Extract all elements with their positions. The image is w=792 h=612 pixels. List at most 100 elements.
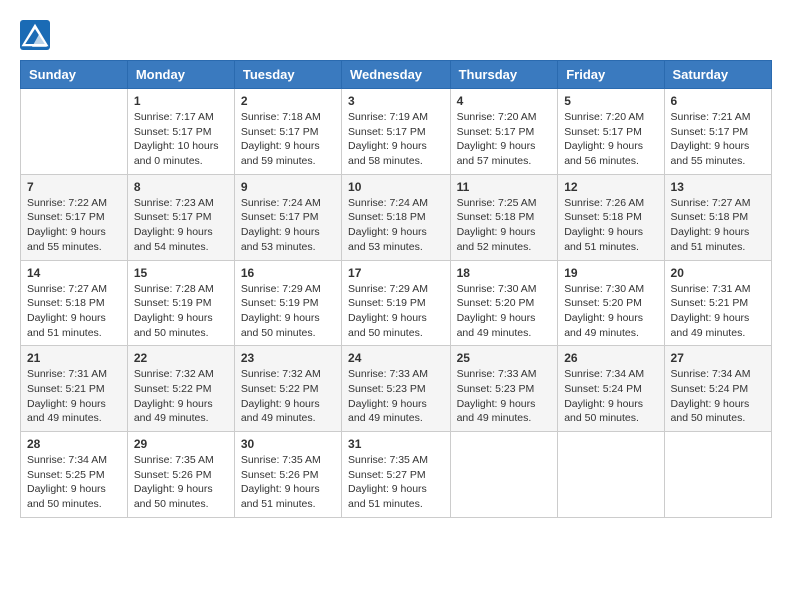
day-number: 11 <box>457 180 552 194</box>
day-number: 24 <box>348 351 444 365</box>
day-info: Sunrise: 7:22 AM Sunset: 5:17 PM Dayligh… <box>27 196 121 255</box>
calendar-cell: 23 Sunrise: 7:32 AM Sunset: 5:22 PM Dayli… <box>234 346 341 432</box>
day-info: Sunrise: 7:31 AM Sunset: 5:21 PM Dayligh… <box>27 367 121 426</box>
day-number: 9 <box>241 180 335 194</box>
day-info: Sunrise: 7:32 AM Sunset: 5:22 PM Dayligh… <box>134 367 228 426</box>
day-number: 29 <box>134 437 228 451</box>
calendar-week-row: 21 Sunrise: 7:31 AM Sunset: 5:21 PM Dayli… <box>21 346 772 432</box>
calendar-cell <box>21 89 128 175</box>
day-info: Sunrise: 7:35 AM Sunset: 5:27 PM Dayligh… <box>348 453 444 512</box>
day-number: 2 <box>241 94 335 108</box>
day-info: Sunrise: 7:33 AM Sunset: 5:23 PM Dayligh… <box>348 367 444 426</box>
calendar-week-row: 7 Sunrise: 7:22 AM Sunset: 5:17 PM Daylig… <box>21 174 772 260</box>
day-number: 16 <box>241 266 335 280</box>
day-number: 18 <box>457 266 552 280</box>
day-number: 10 <box>348 180 444 194</box>
calendar-cell: 6 Sunrise: 7:21 AM Sunset: 5:17 PM Daylig… <box>664 89 771 175</box>
day-number: 26 <box>564 351 657 365</box>
weekday-header: Tuesday <box>234 61 341 89</box>
weekday-header: Wednesday <box>342 61 451 89</box>
calendar-body: 1 Sunrise: 7:17 AM Sunset: 5:17 PM Daylig… <box>21 89 772 518</box>
calendar-cell: 24 Sunrise: 7:33 AM Sunset: 5:23 PM Dayli… <box>342 346 451 432</box>
day-info: Sunrise: 7:35 AM Sunset: 5:26 PM Dayligh… <box>134 453 228 512</box>
day-info: Sunrise: 7:21 AM Sunset: 5:17 PM Dayligh… <box>671 110 765 169</box>
calendar-cell <box>664 432 771 518</box>
weekday-header: Saturday <box>664 61 771 89</box>
day-number: 25 <box>457 351 552 365</box>
day-number: 14 <box>27 266 121 280</box>
calendar-cell <box>558 432 664 518</box>
calendar-cell: 16 Sunrise: 7:29 AM Sunset: 5:19 PM Dayli… <box>234 260 341 346</box>
calendar-cell: 2Sunrise: 7:18 AM Sunset: 5:17 PM Daylig… <box>234 89 341 175</box>
calendar-cell: 9Sunrise: 7:24 AM Sunset: 5:17 PM Daylig… <box>234 174 341 260</box>
calendar-cell <box>450 432 558 518</box>
day-number: 28 <box>27 437 121 451</box>
day-number: 1 <box>134 94 228 108</box>
calendar-cell: 22 Sunrise: 7:32 AM Sunset: 5:22 PM Dayli… <box>127 346 234 432</box>
day-info: Sunrise: 7:32 AM Sunset: 5:22 PM Dayligh… <box>241 367 335 426</box>
calendar-cell: 29 Sunrise: 7:35 AM Sunset: 5:26 PM Dayli… <box>127 432 234 518</box>
day-info: Sunrise: 7:29 AM Sunset: 5:19 PM Dayligh… <box>348 282 444 341</box>
day-number: 7 <box>27 180 121 194</box>
calendar-cell: 20 Sunrise: 7:31 AM Sunset: 5:21 PM Dayli… <box>664 260 771 346</box>
calendar-week-row: 14 Sunrise: 7:27 AM Sunset: 5:18 PM Dayli… <box>21 260 772 346</box>
calendar-cell: 25 Sunrise: 7:33 AM Sunset: 5:23 PM Dayli… <box>450 346 558 432</box>
day-number: 15 <box>134 266 228 280</box>
day-info: Sunrise: 7:35 AM Sunset: 5:26 PM Dayligh… <box>241 453 335 512</box>
day-info: Sunrise: 7:27 AM Sunset: 5:18 PM Dayligh… <box>671 196 765 255</box>
calendar-cell: 8 Sunrise: 7:23 AM Sunset: 5:17 PM Daylig… <box>127 174 234 260</box>
day-info: Sunrise: 7:26 AM Sunset: 5:18 PM Dayligh… <box>564 196 657 255</box>
calendar-cell: 27 Sunrise: 7:34 AM Sunset: 5:24 PM Dayli… <box>664 346 771 432</box>
logo <box>20 20 54 50</box>
calendar-cell: 17 Sunrise: 7:29 AM Sunset: 5:19 PM Dayli… <box>342 260 451 346</box>
calendar-cell: 30Sunrise: 7:35 AM Sunset: 5:26 PM Dayli… <box>234 432 341 518</box>
day-info: Sunrise: 7:25 AM Sunset: 5:18 PM Dayligh… <box>457 196 552 255</box>
day-number: 27 <box>671 351 765 365</box>
calendar-cell: 15 Sunrise: 7:28 AM Sunset: 5:19 PM Dayli… <box>127 260 234 346</box>
day-info: Sunrise: 7:33 AM Sunset: 5:23 PM Dayligh… <box>457 367 552 426</box>
calendar-table: SundayMondayTuesdayWednesdayThursdayFrid… <box>20 60 772 518</box>
day-number: 13 <box>671 180 765 194</box>
day-number: 8 <box>134 180 228 194</box>
calendar-cell: 31Sunrise: 7:35 AM Sunset: 5:27 PM Dayli… <box>342 432 451 518</box>
day-number: 19 <box>564 266 657 280</box>
calendar-week-row: 1 Sunrise: 7:17 AM Sunset: 5:17 PM Daylig… <box>21 89 772 175</box>
day-number: 17 <box>348 266 444 280</box>
day-info: Sunrise: 7:24 AM Sunset: 5:18 PM Dayligh… <box>348 196 444 255</box>
day-info: Sunrise: 7:23 AM Sunset: 5:17 PM Dayligh… <box>134 196 228 255</box>
day-number: 6 <box>671 94 765 108</box>
day-info: Sunrise: 7:34 AM Sunset: 5:24 PM Dayligh… <box>671 367 765 426</box>
day-info: Sunrise: 7:20 AM Sunset: 5:17 PM Dayligh… <box>457 110 552 169</box>
day-info: Sunrise: 7:27 AM Sunset: 5:18 PM Dayligh… <box>27 282 121 341</box>
day-info: Sunrise: 7:17 AM Sunset: 5:17 PM Dayligh… <box>134 110 228 169</box>
day-info: Sunrise: 7:34 AM Sunset: 5:25 PM Dayligh… <box>27 453 121 512</box>
day-info: Sunrise: 7:34 AM Sunset: 5:24 PM Dayligh… <box>564 367 657 426</box>
weekday-header: Friday <box>558 61 664 89</box>
day-number: 3 <box>348 94 444 108</box>
day-number: 20 <box>671 266 765 280</box>
day-info: Sunrise: 7:19 AM Sunset: 5:17 PM Dayligh… <box>348 110 444 169</box>
header-row: SundayMondayTuesdayWednesdayThursdayFrid… <box>21 61 772 89</box>
calendar-cell: 11 Sunrise: 7:25 AM Sunset: 5:18 PM Dayli… <box>450 174 558 260</box>
day-info: Sunrise: 7:30 AM Sunset: 5:20 PM Dayligh… <box>564 282 657 341</box>
calendar-cell: 28 Sunrise: 7:34 AM Sunset: 5:25 PM Dayli… <box>21 432 128 518</box>
day-number: 12 <box>564 180 657 194</box>
calendar-cell: 18 Sunrise: 7:30 AM Sunset: 5:20 PM Dayli… <box>450 260 558 346</box>
calendar-cell: 5Sunrise: 7:20 AM Sunset: 5:17 PM Daylig… <box>558 89 664 175</box>
day-info: Sunrise: 7:28 AM Sunset: 5:19 PM Dayligh… <box>134 282 228 341</box>
day-info: Sunrise: 7:31 AM Sunset: 5:21 PM Dayligh… <box>671 282 765 341</box>
day-info: Sunrise: 7:30 AM Sunset: 5:20 PM Dayligh… <box>457 282 552 341</box>
day-number: 21 <box>27 351 121 365</box>
weekday-header: Thursday <box>450 61 558 89</box>
day-info: Sunrise: 7:29 AM Sunset: 5:19 PM Dayligh… <box>241 282 335 341</box>
day-number: 23 <box>241 351 335 365</box>
calendar-cell: 26 Sunrise: 7:34 AM Sunset: 5:24 PM Dayli… <box>558 346 664 432</box>
page-header <box>20 20 772 50</box>
calendar-header: SundayMondayTuesdayWednesdayThursdayFrid… <box>21 61 772 89</box>
calendar-cell: 1 Sunrise: 7:17 AM Sunset: 5:17 PM Daylig… <box>127 89 234 175</box>
calendar-cell: 10 Sunrise: 7:24 AM Sunset: 5:18 PM Dayli… <box>342 174 451 260</box>
calendar-cell: 3 Sunrise: 7:19 AM Sunset: 5:17 PM Daylig… <box>342 89 451 175</box>
day-number: 22 <box>134 351 228 365</box>
calendar-cell: 14 Sunrise: 7:27 AM Sunset: 5:18 PM Dayli… <box>21 260 128 346</box>
calendar-cell: 21 Sunrise: 7:31 AM Sunset: 5:21 PM Dayli… <box>21 346 128 432</box>
